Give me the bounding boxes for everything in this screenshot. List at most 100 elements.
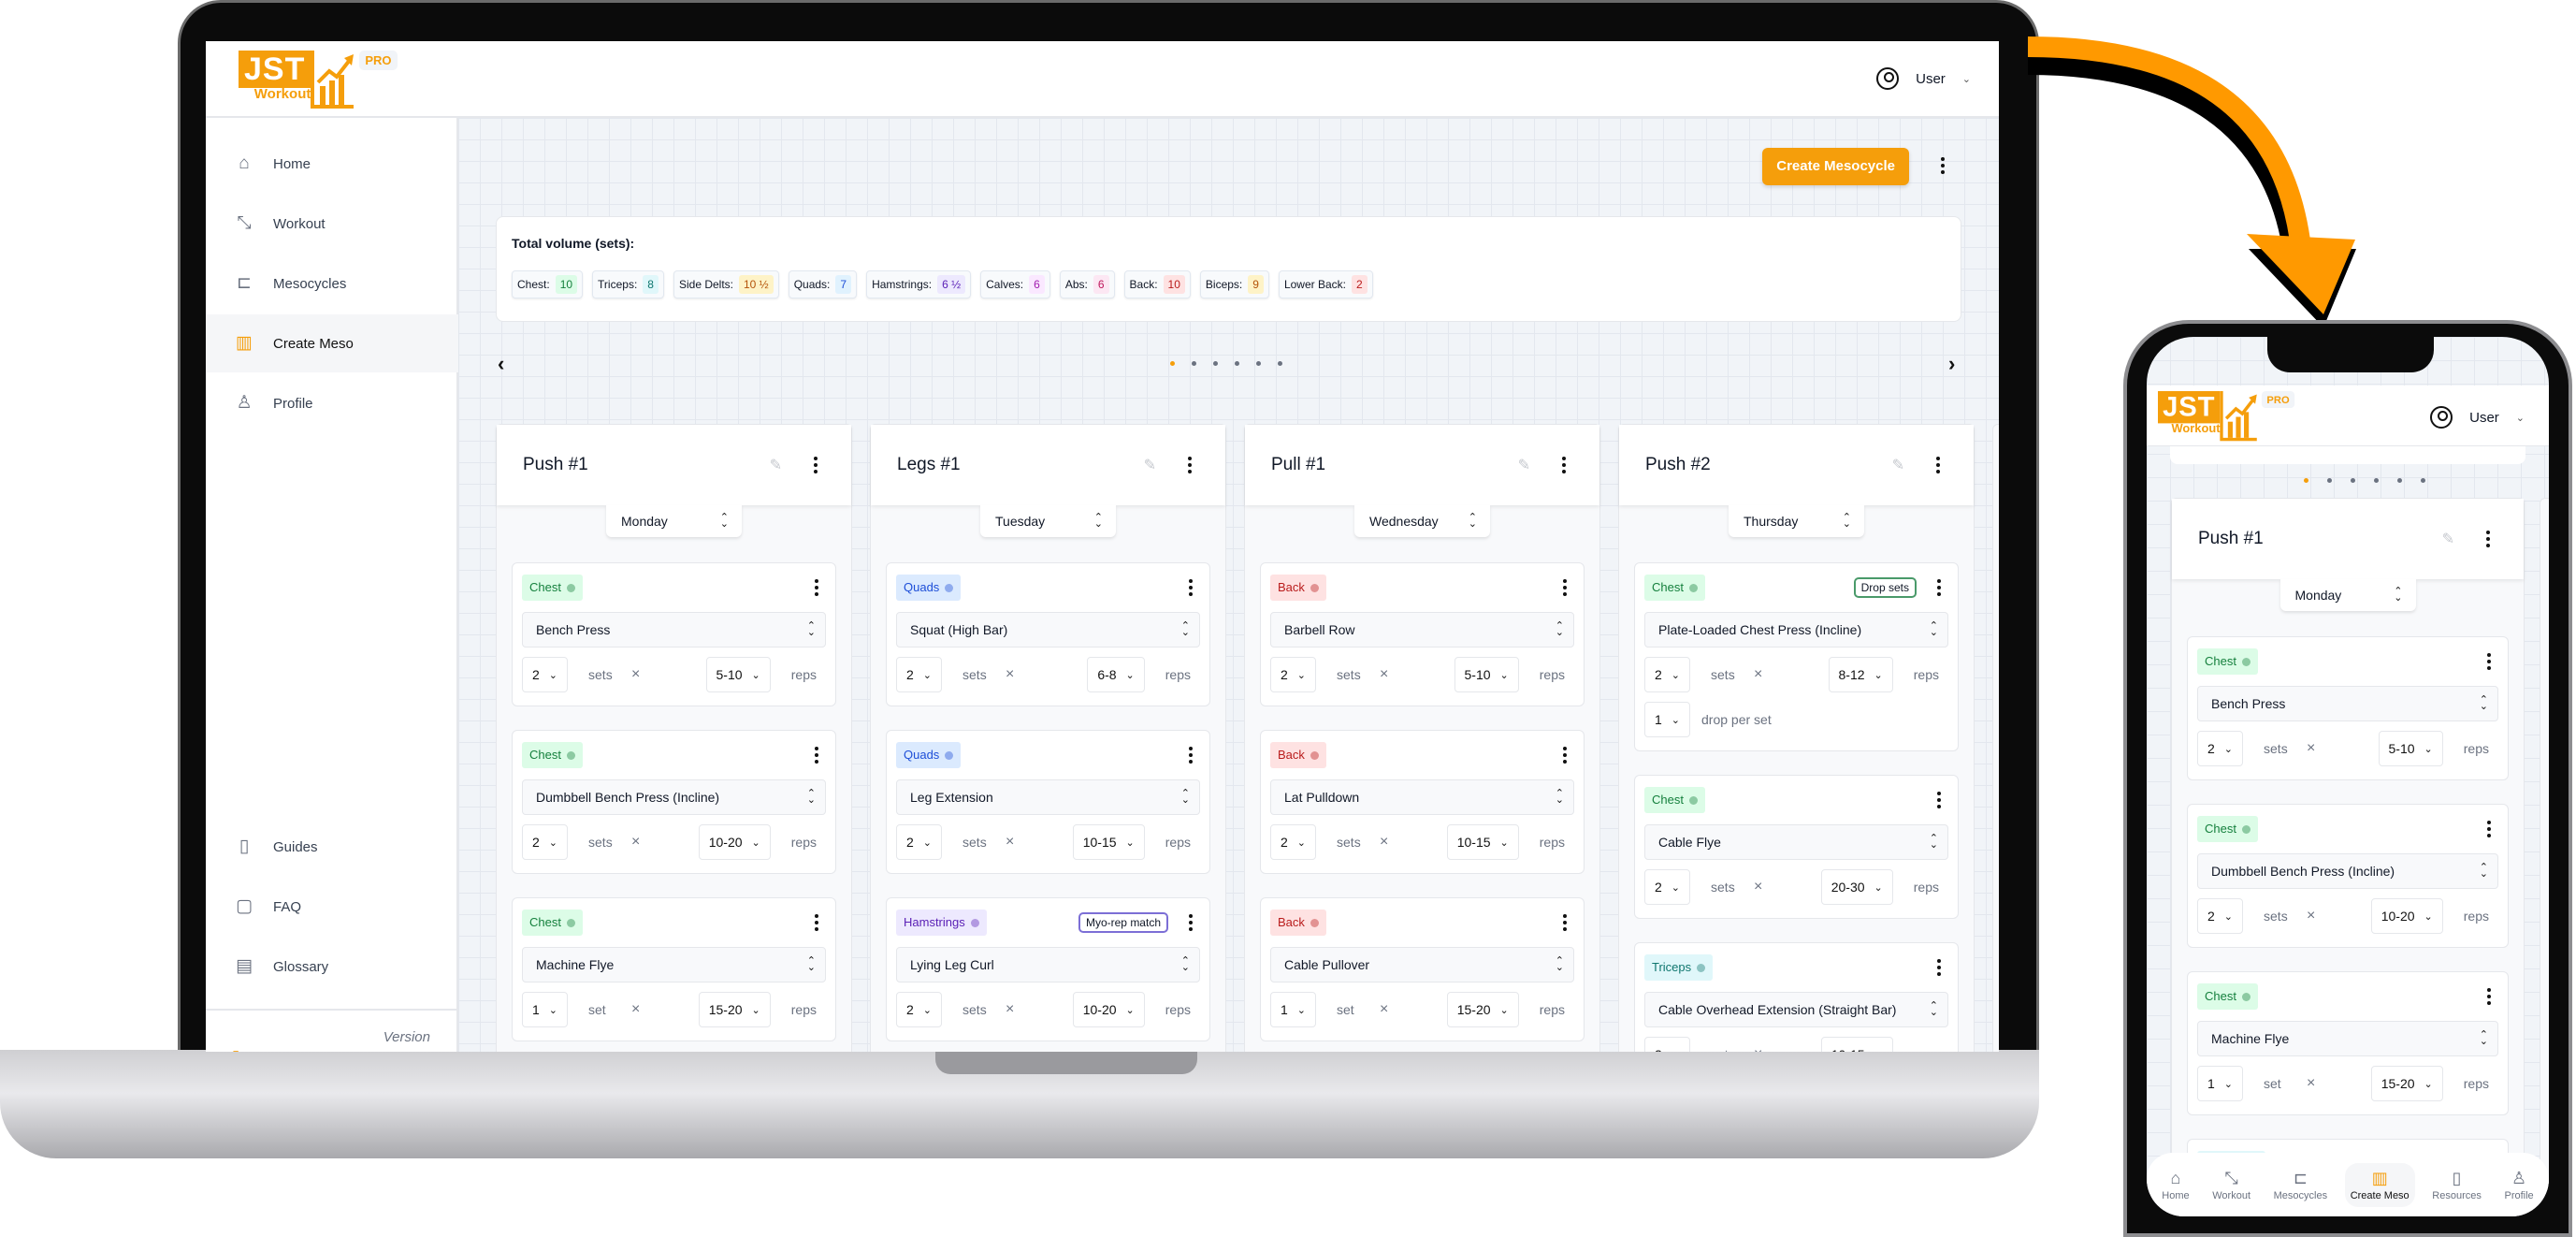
drops-select[interactable]: 1 ⌄ [1644,702,1691,737]
pencil-icon[interactable]: ✎ [1892,456,1904,474]
exercise-select[interactable]: Leg Extension ⌃ ⌄ [896,779,1200,815]
mobile-nav-workout[interactable]: ⤡ Workout [2207,1163,2256,1207]
sets-select[interactable]: 2⌄ [1270,657,1317,692]
sidebar-item-create-meso[interactable]: ▥ Create Meso [206,314,458,372]
brand-link[interactable]: 「 JST Workout 」 [224,1048,347,1052]
mobile-nav-profile[interactable]: ♙ Profile [2498,1163,2539,1207]
more-options-icon[interactable] [1556,579,1574,596]
muscle-tag[interactable]: Chest [1644,787,1705,813]
muscle-tag[interactable]: Chest [522,910,583,936]
sidebar-item-faq[interactable]: ▢ FAQ [206,878,458,936]
mobile-nav-home[interactable]: ⌂ Home [2156,1163,2194,1207]
sidebar-item-guides[interactable]: ▯ Guides [206,818,458,876]
exercise-select[interactable]: Machine Flye ⌃ ⌄ [522,947,826,982]
mobile-user-menu[interactable]: User ⌄ [2430,406,2525,429]
muscle-tag[interactable]: Quads [896,575,962,601]
pager-dot[interactable] [2421,478,2425,483]
pager-dot[interactable] [1278,361,1282,366]
mobile-nav-mesocycles[interactable]: ⊏ Mesocycles [2268,1163,2333,1207]
pencil-icon[interactable]: ✎ [1518,456,1530,474]
pager-dot[interactable] [1256,361,1261,366]
sidebar-item-profile[interactable]: ♙ Profile [206,374,458,432]
mobile-logo[interactable]: JST Workout PRO [2158,391,2294,442]
next-arrow-icon[interactable]: › [1948,352,1955,376]
reps-select[interactable]: 15-20 ⌄ [698,992,771,1027]
more-options-icon[interactable] [1556,914,1574,931]
weekday-select[interactable]: Tuesday ⌃ ⌄ [980,505,1116,537]
exercise-select[interactable]: Barbell Row ⌃ ⌄ [1270,612,1574,648]
sidebar-item-workout[interactable]: ⤡ Workout [206,195,458,253]
mobile-nav-create-meso[interactable]: ▥ Create Meso [2344,1162,2415,1207]
pager-dot[interactable] [1192,361,1196,366]
mobile-nav-resources[interactable]: ▯ Resources [2426,1163,2487,1207]
sets-select[interactable]: 2⌄ [896,824,943,860]
muscle-tag[interactable]: Hamstrings [896,910,987,936]
sets-select[interactable]: 2⌄ [1644,869,1691,905]
exercise-select[interactable]: Machine Flye ⌃ ⌄ [2197,1021,2498,1056]
pager-dot[interactable] [2374,478,2379,483]
reps-select[interactable]: 6-8 ⌄ [1087,657,1145,692]
sets-select[interactable]: 1 ⌄ [522,992,569,1027]
reps-select[interactable]: 15-20 ⌄ [2370,1066,2443,1101]
exercise-select[interactable]: Bench Press ⌃ ⌄ [2197,686,2498,721]
exercise-select[interactable]: Plate-Loaded Chest Press (Incline) ⌃ ⌄ [1644,612,1948,648]
more-options-icon[interactable] [807,914,826,931]
pencil-icon[interactable]: ✎ [1144,456,1156,474]
muscle-tag[interactable]: Chest [2197,983,2258,1010]
pencil-icon[interactable]: ✎ [2442,530,2454,548]
exercise-select[interactable]: Cable Overhead Extension (Straight Bar) ⌃… [1644,992,1948,1027]
sets-select[interactable]: 2⌄ [896,657,943,692]
sets-select[interactable]: 2⌄ [1270,824,1317,860]
muscle-tag[interactable]: Quads [896,742,962,768]
reps-select[interactable]: 10-20 ⌄ [698,824,771,860]
muscle-tag[interactable]: Chest [2197,816,2258,842]
muscle-tag[interactable]: Back [1270,910,1326,936]
more-options-icon[interactable] [2480,653,2498,670]
more-options-icon[interactable] [2479,531,2497,547]
exercise-select[interactable]: Cable Flye ⌃ ⌄ [1644,824,1948,860]
muscle-tag[interactable]: Back [1270,575,1326,601]
pager-dot[interactable] [1170,361,1175,366]
more-options-icon[interactable] [806,457,825,473]
reps-select[interactable]: 5-10 ⌄ [1454,657,1519,692]
sets-select[interactable]: 1 ⌄ [2197,1066,2244,1101]
sets-select[interactable]: 2⌄ [522,824,569,860]
more-options-icon[interactable] [807,579,826,596]
more-options-icon[interactable] [1930,792,1948,808]
more-options-icon[interactable] [807,747,826,764]
more-options-icon[interactable] [1181,914,1200,931]
more-options-icon[interactable] [1556,747,1574,764]
reps-select[interactable]: 10-15 ⌄ [1446,824,1519,860]
exercise-select[interactable]: Dumbbell Bench Press (Incline) ⌃ ⌄ [2197,853,2498,889]
reps-select[interactable]: 10-20 ⌄ [2370,898,2443,934]
sidebar-item-mesocycles[interactable]: ⊏ Mesocycles [206,255,458,313]
muscle-tag[interactable]: Chest [522,575,583,601]
sets-select[interactable]: 2⌄ [522,657,569,692]
sets-select[interactable]: 2⌄ [896,992,943,1027]
reps-select[interactable]: 10-15 ⌄ [1820,1037,1893,1052]
weekday-select[interactable]: Thursday ⌃ ⌄ [1729,505,1864,537]
exercise-select[interactable]: Dumbbell Bench Press (Incline) ⌃ ⌄ [522,779,826,815]
sets-select[interactable]: 2⌄ [1644,1037,1691,1052]
sets-select[interactable]: 2⌄ [1644,657,1691,692]
sidebar-item-home[interactable]: ⌂ Home [206,135,458,193]
pencil-icon[interactable]: ✎ [770,456,782,474]
pager-dot[interactable] [2304,478,2308,483]
exercise-select[interactable]: Cable Pullover ⌃ ⌄ [1270,947,1574,982]
pager-dot[interactable] [1213,361,1218,366]
logo[interactable]: JST Workout PRO [239,51,398,109]
muscle-tag[interactable]: Chest [1644,575,1705,601]
more-options-icon[interactable] [1555,457,1573,473]
exercise-select[interactable]: Squat (High Bar) ⌃ ⌄ [896,612,1200,648]
pager-dot[interactable] [2397,478,2402,483]
more-options-icon[interactable] [1930,959,1948,976]
reps-select[interactable]: 5-10 ⌄ [2378,731,2443,766]
more-options-icon[interactable] [1181,579,1200,596]
user-menu[interactable]: User ⌄ [1876,67,1971,90]
pager-dot[interactable] [2351,478,2355,483]
more-options-icon[interactable] [1181,747,1200,764]
pager-dot[interactable] [1235,361,1239,366]
prev-arrow-icon[interactable]: ‹ [498,352,504,376]
sets-select[interactable]: 2⌄ [2197,898,2244,934]
muscle-tag[interactable]: Chest [2197,648,2258,675]
